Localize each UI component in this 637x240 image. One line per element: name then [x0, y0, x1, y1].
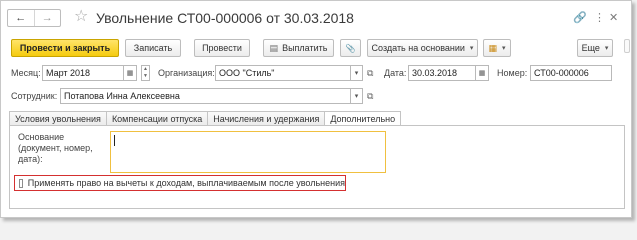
organization-input[interactable]: ООО "Стиль" [215, 65, 351, 81]
organization-label: Организация: [158, 68, 215, 78]
basis-label: Основание (документ, номер, дата): [18, 132, 93, 164]
month-label: Месяц: [11, 68, 41, 78]
document-window: ← → ☆ Увольнение СТ00-000006 от 30.03.20… [0, 0, 632, 218]
post-and-close-label: Провести и закрыть [19, 43, 111, 53]
employee-input[interactable]: Потапова Инна Алексеевна [60, 88, 351, 104]
date-input[interactable]: 30.03.2018 [408, 65, 476, 81]
deductions-checkbox-label[interactable]: Применять право на вычеты к доходам, вып… [28, 178, 345, 188]
chevron-down-icon: ▾ [604, 45, 609, 52]
open-link-icon[interactable]: ⧉ [367, 90, 373, 102]
number-label: Номер: [497, 68, 528, 78]
more-vertical-icon[interactable]: ⋮ [594, 12, 605, 24]
basis-textarea[interactable] [110, 131, 386, 173]
dropdown-chevron-icon[interactable]: ▾ [350, 88, 363, 104]
tab-bar: Условия увольнения Компенсации отпуска Н… [9, 111, 402, 126]
back-arrow-icon[interactable]: ← [8, 10, 34, 26]
month-stepper[interactable]: ▲ ▼ [141, 65, 150, 81]
step-down-icon[interactable]: ▼ [143, 74, 148, 79]
date-label: Дата: [384, 68, 407, 78]
tab-dismissal-conditions[interactable]: Условия увольнения [9, 111, 107, 126]
deductions-checkbox[interactable] [19, 178, 23, 188]
number-input[interactable]: СТ00-000006 [530, 65, 612, 81]
calendar-icon[interactable]: ▦ [475, 65, 489, 81]
save-label: Записать [133, 43, 173, 53]
employee-label: Сотрудник: [11, 91, 58, 101]
tab-additional[interactable]: Дополнительно [324, 111, 402, 126]
step-up-icon[interactable]: ▲ [143, 67, 148, 72]
text-cursor [114, 135, 115, 146]
chevron-down-icon: ▾ [502, 45, 506, 52]
tab-vacation-compensation[interactable]: Компенсации отпуска [105, 111, 209, 126]
history-navigation: ← → [7, 9, 61, 27]
dropdown-chevron-icon[interactable]: ▾ [350, 65, 363, 81]
pay-button[interactable]: ▤ Выплатить [263, 39, 334, 57]
toolbar-overflow-handle[interactable] [624, 39, 630, 53]
reports-button[interactable]: ▦ ▾ [483, 39, 511, 57]
deductions-option-highlight: Применять право на вычеты к доходам, вып… [14, 175, 346, 191]
post-and-close-button[interactable]: Провести и закрыть [11, 39, 119, 57]
create-based-on-button[interactable]: Создать на основании ▾ [367, 39, 478, 57]
paperclip-icon: 📎 [345, 43, 356, 53]
month-input[interactable]: Март 2018 [42, 65, 124, 81]
more-label: Еще [581, 43, 600, 53]
pay-label: Выплатить [282, 43, 328, 53]
open-link-icon[interactable]: ⧉ [367, 67, 373, 79]
chevron-down-icon: ▾ [469, 45, 474, 52]
tab-accruals-deductions[interactable]: Начисления и удержания [207, 111, 326, 126]
more-button[interactable]: Еще ▾ [577, 39, 613, 57]
forward-arrow-icon[interactable]: → [33, 10, 61, 26]
calendar-icon[interactable]: ▦ [123, 65, 137, 81]
report-icon: ▦ [488, 42, 497, 53]
attach-button[interactable]: 📎 [340, 39, 361, 57]
document-title: Увольнение СТ00-000006 от 30.03.2018 [96, 10, 354, 26]
save-button[interactable]: Записать [125, 39, 181, 57]
create-based-on-label: Создать на основании [371, 43, 465, 53]
post-label: Провести [202, 43, 242, 53]
post-button[interactable]: Провести [194, 39, 250, 57]
printer-icon: ▤ [269, 42, 279, 53]
link-icon[interactable]: 🔗 [573, 12, 587, 24]
favorite-star-icon[interactable]: ☆ [74, 8, 88, 26]
close-icon[interactable]: ✕ [609, 12, 618, 24]
